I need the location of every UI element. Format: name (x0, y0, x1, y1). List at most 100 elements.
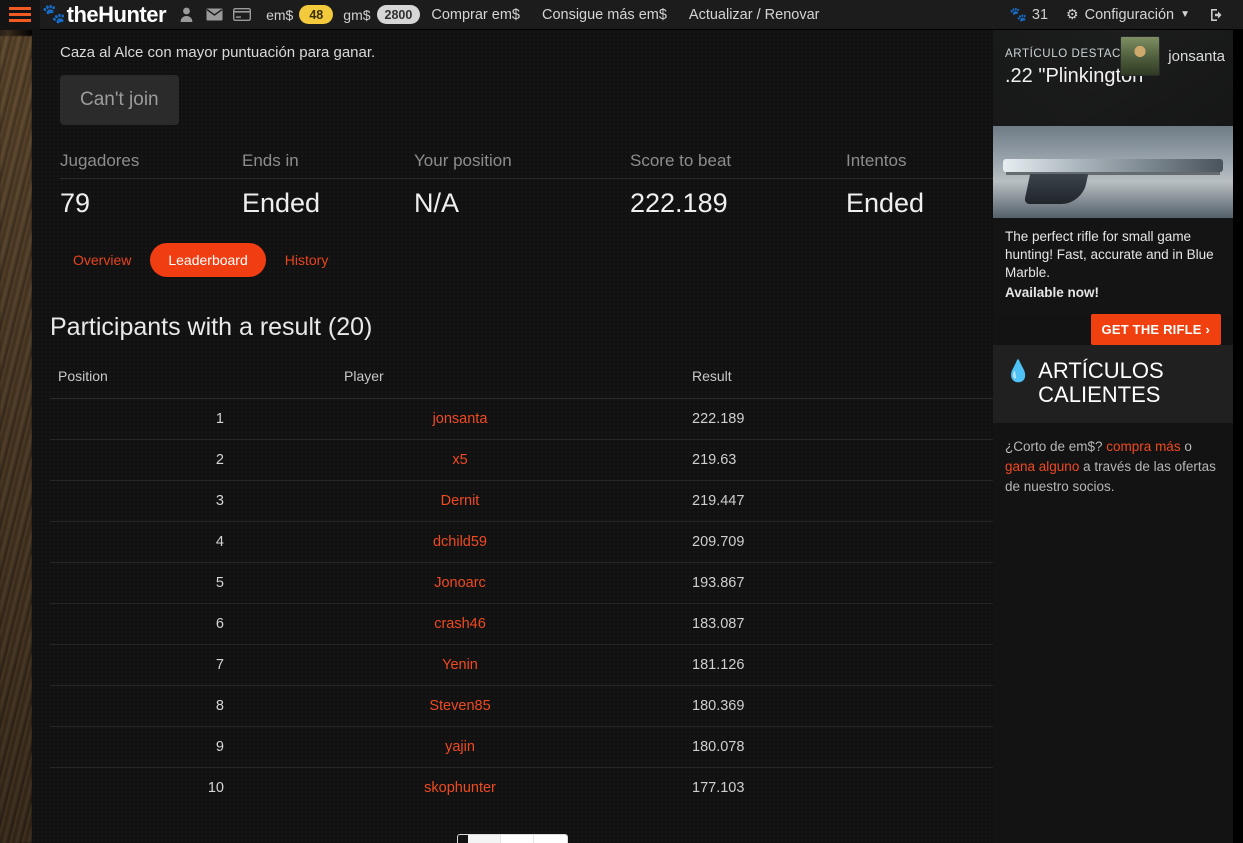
pagination-next[interactable]: › (534, 835, 567, 843)
nav-link-upgrade-renew[interactable]: Actualizar / Renovar (678, 7, 831, 23)
user-avatar[interactable] (1120, 36, 1161, 76)
player-link[interactable]: Jonoarc (434, 575, 486, 591)
stat-your-position: Your position N/A (414, 151, 630, 219)
nav-left-group: 🐾 theHunter em$ 48 gm$ 2800 Comprar em$ (0, 0, 830, 30)
user-badge[interactable]: jonsanta (1120, 36, 1225, 76)
cell-result: 183.087 (630, 603, 993, 645)
cell-player: Jonoarc (290, 562, 630, 604)
player-link[interactable]: dchild59 (433, 534, 487, 550)
player-link[interactable]: jonsanta (433, 411, 488, 427)
cell-player: yajin (290, 726, 630, 768)
player-link[interactable]: skophunter (424, 780, 496, 796)
table-row: 8 Steven85 180.369 (50, 685, 993, 727)
tab-leaderboard[interactable]: Leaderboard (150, 243, 266, 277)
table-header: Position Player Result (50, 368, 993, 399)
settings-label: Configuración (1084, 6, 1175, 23)
tab-history[interactable]: History (270, 243, 344, 277)
right-background-edge (1233, 36, 1243, 843)
rifle-product-image (993, 126, 1233, 218)
em-balance: 48 (299, 5, 334, 24)
stat-label: Score to beat (630, 151, 732, 170)
table-body: 1 jonsanta 222.189 2 x5 219.63 3 Dernit … (50, 398, 993, 809)
credit-card-icon[interactable] (228, 0, 256, 30)
table-row: 5 Jonoarc 193.867 (50, 562, 993, 604)
stat-label: Jugadores (60, 151, 140, 170)
em-currency[interactable]: em$ 48 (266, 5, 334, 24)
cell-position: 10 (207, 780, 224, 796)
earn-some-link[interactable]: gana alguno (1005, 459, 1079, 474)
stat-value: 222.189 (630, 188, 728, 218)
nav-link-get-more-ems[interactable]: Consigue más em$ (531, 7, 678, 23)
gm-balance: 2800 (376, 5, 421, 24)
cell-player: crash46 (290, 603, 630, 645)
tab-overview[interactable]: Overview (58, 243, 146, 277)
stat-label: Intentos (846, 151, 907, 170)
brand-name: theHunter (66, 1, 167, 27)
right-sidebar: ARTÍCULO DESTACADO .22 "Plinkington" jon… (993, 30, 1233, 843)
logout-icon[interactable] (1198, 8, 1233, 22)
main-content: Caza al Alce con mayor puntuación para g… (32, 30, 993, 843)
cell-result: 180.078 (630, 726, 993, 768)
pagination: 1 2 › (46, 834, 979, 843)
column-header-player: Player (290, 368, 630, 399)
stat-value: Ended (846, 188, 925, 218)
left-background-texture (0, 36, 32, 843)
cell-position: 7 (50, 644, 290, 686)
hamburger-icon[interactable] (0, 0, 40, 30)
table-row: 10 skophunter 177.103 (50, 768, 993, 809)
hot-items-title: ARTÍCULOS CALIENTES (1038, 358, 1164, 408)
table-row: 1 jonsanta 222.189 (50, 398, 993, 440)
cell-result: 180.369 (630, 685, 993, 727)
cell-position: 3 (50, 480, 290, 522)
hot-items-text: ¿Corto de em$? compra más o gana alguno … (1005, 437, 1221, 498)
stat-value: 79 (60, 188, 91, 218)
leaderboard-table: Position Player Result 1 jonsanta 222.18… (50, 368, 993, 808)
brand-logo[interactable]: 🐾 theHunter (40, 2, 172, 28)
player-link[interactable]: Yenin (442, 657, 478, 673)
cell-player: dchild59 (290, 521, 630, 563)
nav-link-buy-ems[interactable]: Comprar em$ (420, 7, 531, 23)
paw-icon: 🐾 (1009, 6, 1027, 22)
cell-result: 193.867 (630, 562, 993, 604)
join-button[interactable]: Can't join (60, 75, 179, 125)
featured-item-banner: ARTÍCULO DESTACADO .22 "Plinkington" jon… (993, 30, 1233, 126)
settings-menu[interactable]: ⚙ Configuración ▼ (1058, 6, 1198, 23)
stat-attempts: Intentos Ended (846, 151, 993, 219)
cell-player: Dernit (290, 480, 630, 522)
chevron-down-icon: ▼ (1180, 9, 1190, 20)
stat-value: Ended (242, 188, 321, 218)
cell-result: 181.126 (630, 644, 993, 686)
paw-count[interactable]: 🐾 31 (999, 6, 1058, 23)
cell-player: x5 (290, 439, 630, 481)
get-the-rifle-button[interactable]: GET THE RIFLE › (1090, 314, 1221, 346)
buy-more-link[interactable]: compra más (1106, 439, 1180, 454)
player-link[interactable]: x5 (452, 452, 467, 468)
stat-players: Jugadores 79 (60, 151, 242, 219)
cell-result: 177.103 (692, 780, 745, 796)
table-row: 6 crash46 183.087 (50, 603, 993, 645)
pagination-page-1[interactable]: 1 (468, 835, 501, 843)
pagination-group: 1 2 › (457, 834, 568, 843)
player-link[interactable]: yajin (445, 739, 475, 755)
envelope-icon[interactable] (200, 0, 228, 30)
table-row: 3 Dernit 219.447 (50, 480, 993, 522)
paw-print-icon: 🐾 (42, 4, 66, 25)
table-header-row: Position Player Result (50, 368, 993, 399)
flame-icon: 💧 (1005, 360, 1032, 384)
user-icon[interactable] (172, 0, 200, 30)
gm-currency[interactable]: gm$ 2800 (343, 5, 421, 24)
player-link[interactable]: crash46 (434, 616, 486, 632)
pagination-page-2[interactable]: 2 (501, 835, 534, 843)
column-header-result: Result (630, 368, 993, 399)
featured-promo: The perfect rifle for small game hunting… (993, 218, 1233, 346)
player-link[interactable]: Dernit (441, 493, 480, 509)
player-link[interactable]: Steven85 (429, 698, 490, 714)
cell-position: 1 (50, 398, 290, 440)
stats-row: Jugadores 79 Ends in Ended Your position… (60, 151, 993, 219)
cell-result: 222.189 (630, 398, 993, 440)
stat-score-to-beat: Score to beat 222.189 (630, 151, 846, 219)
featured-availability: Available now! (1005, 285, 1100, 301)
stat-label: Ends in (242, 151, 299, 170)
paw-count-value: 31 (1031, 6, 1049, 23)
cell-player: skophunter (290, 768, 630, 809)
